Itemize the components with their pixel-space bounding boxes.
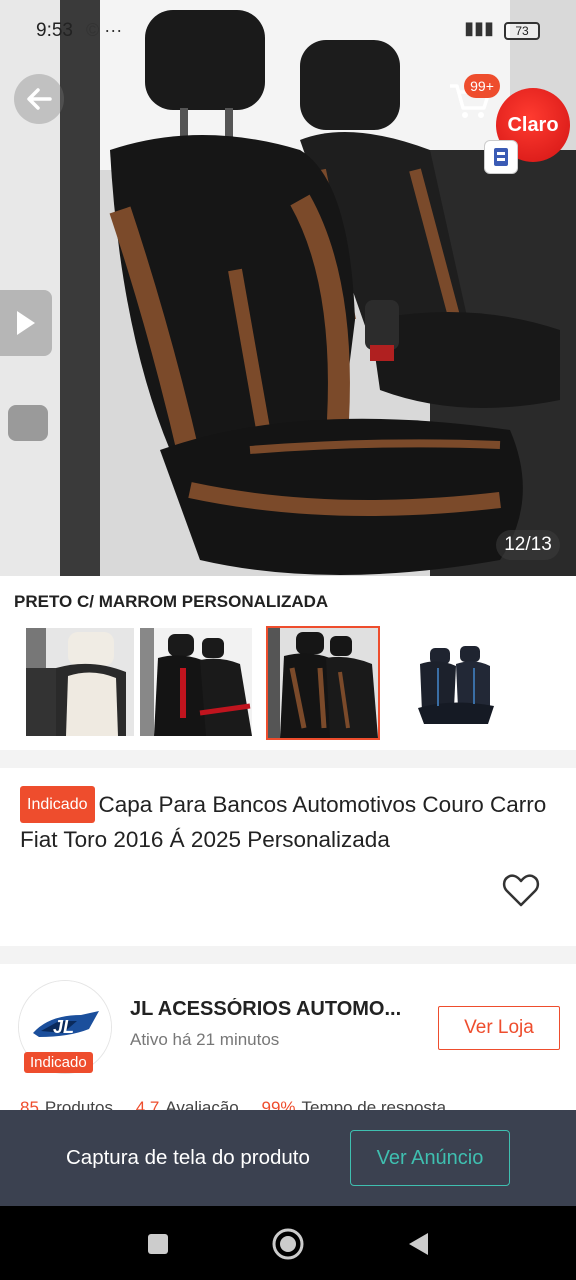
product-title: Indicado Capa Para Bancos Automotivos Cou… <box>20 786 560 856</box>
square-icon <box>148 1234 168 1254</box>
svg-text:JL: JL <box>53 1017 74 1037</box>
circle-icon <box>272 1228 304 1260</box>
variation-thumbnail[interactable] <box>24 626 136 738</box>
play-icon <box>17 311 35 335</box>
back-button[interactable] <box>14 74 64 124</box>
system-back-button[interactable] <box>400 1226 436 1262</box>
stat-response-label: Tempo de resposta <box>301 1098 447 1110</box>
product-title-section: Indicado Capa Para Bancos Automotivos Cou… <box>0 768 576 946</box>
seat-set-thumbnail <box>402 628 510 736</box>
heart-icon[interactable] <box>502 872 540 910</box>
capture-bar-text: Captura de tela do produto <box>66 1146 310 1169</box>
shop-active-status: Ativo há 21 minutos <box>130 1030 280 1049</box>
seat-white-thumbnail <box>26 628 134 736</box>
triangle-back-icon <box>409 1233 428 1255</box>
stat-rating-label: Avaliação <box>165 1098 239 1110</box>
seat-red-thumbnail <box>140 628 252 736</box>
image-counter: 12/13 <box>496 530 560 560</box>
status-time: 9:53 <box>36 20 73 41</box>
shop-recommended-tag: Indicado <box>24 1052 93 1073</box>
variation-thumbnail-selected[interactable] <box>266 626 380 740</box>
variation-thumbnail[interactable] <box>138 626 254 738</box>
floating-app-icon[interactable] <box>484 140 518 174</box>
shop-section: JL Indicado JL ACESSÓRIOS AUTOMO... Ativ… <box>0 964 576 1110</box>
stat-products-value: 85 <box>20 1098 39 1110</box>
battery-icon: 73 <box>504 22 540 40</box>
recents-button[interactable] <box>140 1226 176 1262</box>
status-bar: 9:53 © ··· ▮▮▮ 73 <box>0 0 576 64</box>
seat-brown-thumbnail <box>268 628 378 738</box>
view-ad-button[interactable]: Ver Anúncio <box>350 1130 510 1186</box>
home-button[interactable] <box>270 1226 306 1262</box>
variation-section: PRETO C/ MARROM PERSONALIZADA <box>0 576 576 750</box>
play-video-button[interactable] <box>0 290 52 356</box>
visit-shop-button[interactable]: Ver Loja <box>438 1006 560 1050</box>
cart-count-badge: 99+ <box>464 74 500 98</box>
section-divider <box>0 946 576 964</box>
stat-rating-value: 4.7 <box>135 1098 160 1110</box>
stat-products-label: Produtos <box>44 1098 113 1110</box>
status-notification-icons: © ··· <box>86 20 123 40</box>
system-navigation-bar <box>0 1206 576 1280</box>
recommended-tag: Indicado <box>20 786 95 823</box>
product-title-text: Capa Para Bancos Automotivos Couro Carro… <box>20 792 547 852</box>
shop-stats: 85 Produtos 4.7 Avaliação 99% Tempo de resp… <box>20 1098 464 1110</box>
product-image-carousel[interactable]: 9:53 © ··· ▮▮▮ 73 99+ Claro 12/13 <box>0 0 576 576</box>
document-icon <box>494 148 508 166</box>
shop-name[interactable]: JL ACESSÓRIOS AUTOMO... <box>130 998 410 1021</box>
section-divider <box>0 750 576 768</box>
screenshot-capture-bar: Captura de tela do produto Ver Anúncio <box>0 1110 576 1206</box>
arrow-left-icon <box>27 88 52 110</box>
stat-response-value: 99% <box>261 1098 296 1110</box>
variation-label: PRETO C/ MARROM PERSONALIZADA <box>14 592 329 611</box>
variation-thumbnail[interactable] <box>400 626 512 738</box>
signal-icon: ▮▮▮ <box>464 18 494 38</box>
